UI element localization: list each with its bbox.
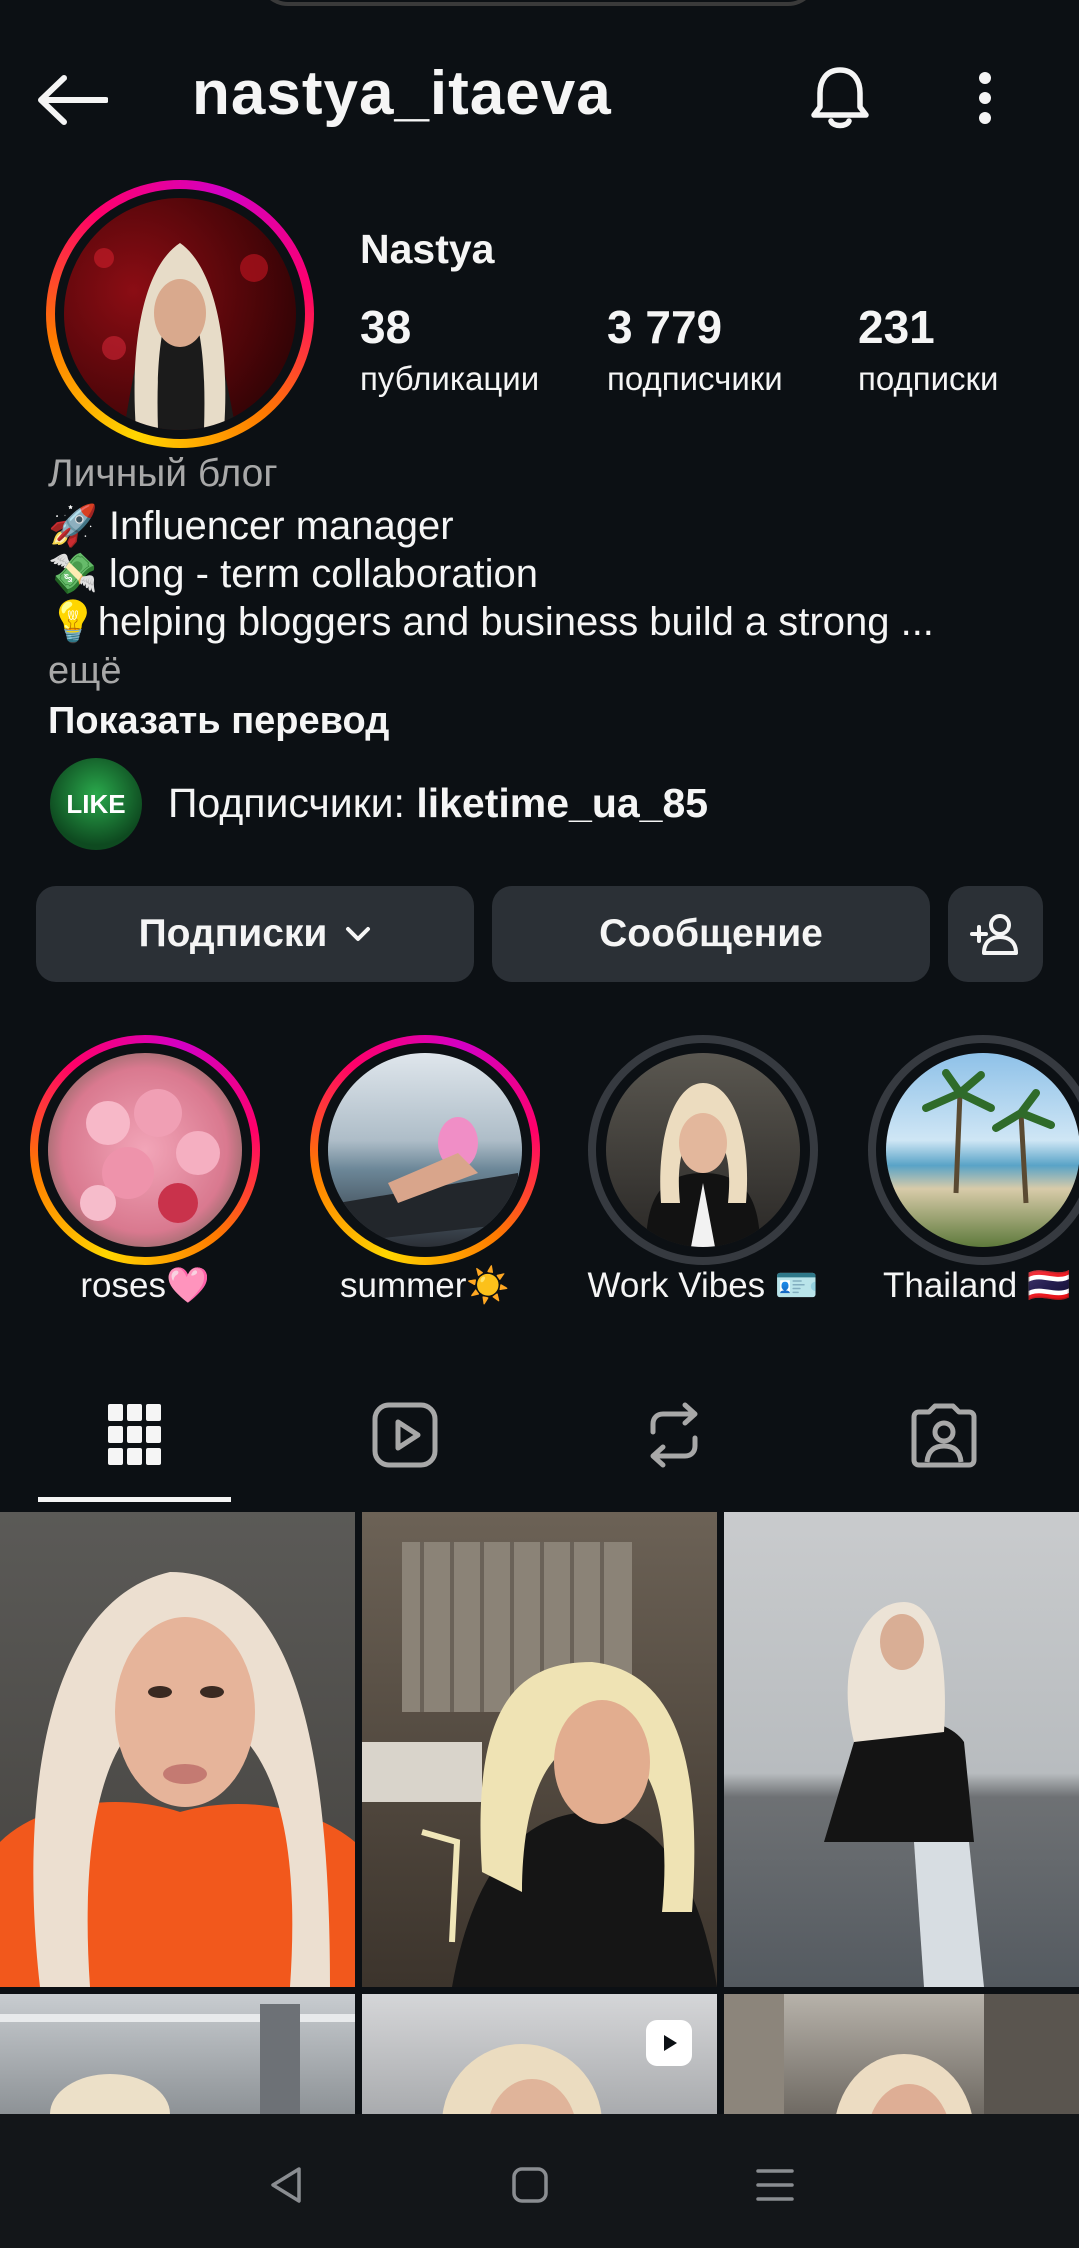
stat-following-value: 231 [858,301,935,353]
following-button[interactable]: Подписки [36,886,474,982]
display-name: Nastya [360,226,495,272]
follower-avatar-text: LIKE [66,788,126,819]
system-recents-icon[interactable] [740,2150,810,2220]
highlight-thailand-label: Thailand 🇹🇭 [883,1266,1071,1305]
avatar-photo [64,198,296,430]
stat-followers-value: 3 779 [607,301,723,353]
highlight-work-label: Work Vibes 🪪 [587,1266,819,1305]
post-thumbnail[interactable] [0,1512,355,1987]
followed-by-prefix: Подписчики: [168,780,417,826]
profile-username: nastya_itaeva [192,59,612,128]
tagged-icon [911,1403,977,1468]
message-button-label: Сообщение [599,912,823,955]
system-home-icon[interactable] [495,2150,565,2220]
system-navigation-bar [0,2114,1079,2248]
post-thumbnail[interactable] [724,1512,1079,1987]
tab-reels[interactable] [365,1395,445,1475]
highlight-work-photo [606,1053,800,1247]
stat-posts[interactable]: 38 публикации [360,300,539,398]
stat-following[interactable]: 231 подписки [858,300,998,398]
post-thumbnail[interactable] [362,1512,717,1987]
bell-icon[interactable] [800,58,880,138]
highlight-roses[interactable] [30,1035,260,1265]
show-translation-link[interactable]: Показать перевод [48,700,389,743]
highlight-summer-label: summer☀️ [340,1266,510,1305]
reel-badge-icon [646,2020,692,2066]
tab-tagged[interactable] [904,1395,984,1475]
back-arrow-icon[interactable] [32,60,112,140]
reposts-icon [650,1402,698,1468]
post-thumbnail[interactable] [724,1994,1079,2114]
highlight-work-vibes[interactable] [588,1035,818,1265]
bio-line-1: 🚀 Influencer manager [48,504,454,548]
active-tab-indicator [38,1497,231,1502]
chevron-down-icon [346,927,371,941]
highlight-thailand-photo [886,1053,1079,1247]
reel-thumbnail[interactable] [362,1994,717,2114]
grid-icon [108,1404,161,1465]
bio-more-link[interactable]: ещё [48,650,122,693]
suggest-user-button[interactable] [948,886,1043,982]
stat-followers[interactable]: 3 779 подписчики [607,300,783,398]
stat-followers-label: подписчики [607,360,783,397]
profile-avatar[interactable] [46,180,314,448]
followed-by-line[interactable]: Подписчики: liketime_ua_85 [168,780,708,827]
reels-icon [372,1402,438,1468]
system-back-icon[interactable] [250,2150,320,2220]
camera-notch [258,0,818,6]
add-user-icon [969,914,1018,955]
bio-line-3: 💡helping bloggers and business build a s… [48,600,934,644]
highlight-thailand[interactable] [868,1035,1079,1265]
following-button-label: Подписки [138,912,328,955]
message-button[interactable]: Сообщение [492,886,930,982]
more-vertical-icon[interactable] [950,58,1020,138]
tab-grid[interactable] [95,1395,175,1475]
highlight-roses-label: roses🩷 [80,1266,210,1305]
highlight-roses-photo [48,1053,242,1247]
bio-line-2: 💸 long - term collaboration [48,552,539,596]
stat-following-label: подписки [858,360,999,397]
stat-posts-value: 38 [360,301,412,353]
highlight-summer-photo [328,1053,522,1247]
follower-avatar[interactable]: LIKE [50,758,142,850]
followed-by-account[interactable]: liketime_ua_85 [416,780,708,826]
bio-category: Личный блог [48,452,278,495]
tab-reposts[interactable] [634,1395,714,1475]
post-thumbnail[interactable] [0,1994,355,2114]
stat-posts-label: публикации [360,360,540,397]
highlight-summer[interactable] [310,1035,540,1265]
